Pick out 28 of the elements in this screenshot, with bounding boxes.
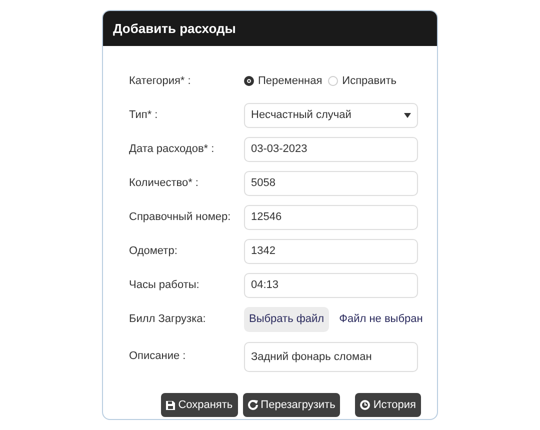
field-label: Количество* : [129, 176, 200, 191]
reload-icon [248, 400, 258, 410]
card-title: Добавить расходы [103, 11, 437, 46]
field-label: Категория* : [129, 74, 192, 89]
choose-file-button[interactable]: Выбрать файл [244, 306, 330, 332]
caret-icon [404, 112, 411, 118]
field-label: Билл Загрузка: [129, 312, 207, 327]
save-button[interactable]: Сохранять [161, 393, 238, 417]
input-field[interactable]: 12546 [244, 204, 418, 230]
field-label: Дата расходов* : [129, 142, 216, 157]
field-label: Часы работы: [129, 278, 200, 293]
file-status: Файл не выбран [339, 312, 423, 327]
history-button[interactable]: История [355, 393, 421, 417]
radio-option[interactable]: Переменная [244, 72, 322, 90]
input-field[interactable]: Задний фонарь сломан [244, 342, 418, 372]
radio-option[interactable]: Исправить [328, 72, 397, 90]
field-label: Тип* : [129, 108, 159, 123]
input-field[interactable]: 5058 [244, 170, 418, 196]
input-field[interactable]: 04:13 [244, 272, 418, 298]
history-icon [360, 400, 370, 410]
select-field[interactable]: Несчастный случай [244, 102, 418, 128]
field-label: Описание : [129, 349, 187, 364]
save-icon [166, 400, 176, 410]
input-field[interactable]: 03-03-2023 [244, 136, 418, 162]
input-field[interactable]: 1342 [244, 238, 418, 264]
field-label: Одометр: [129, 244, 178, 259]
reload-button[interactable]: Перезагрузить [242, 393, 340, 417]
field-label: Справочный номер: [129, 210, 232, 225]
